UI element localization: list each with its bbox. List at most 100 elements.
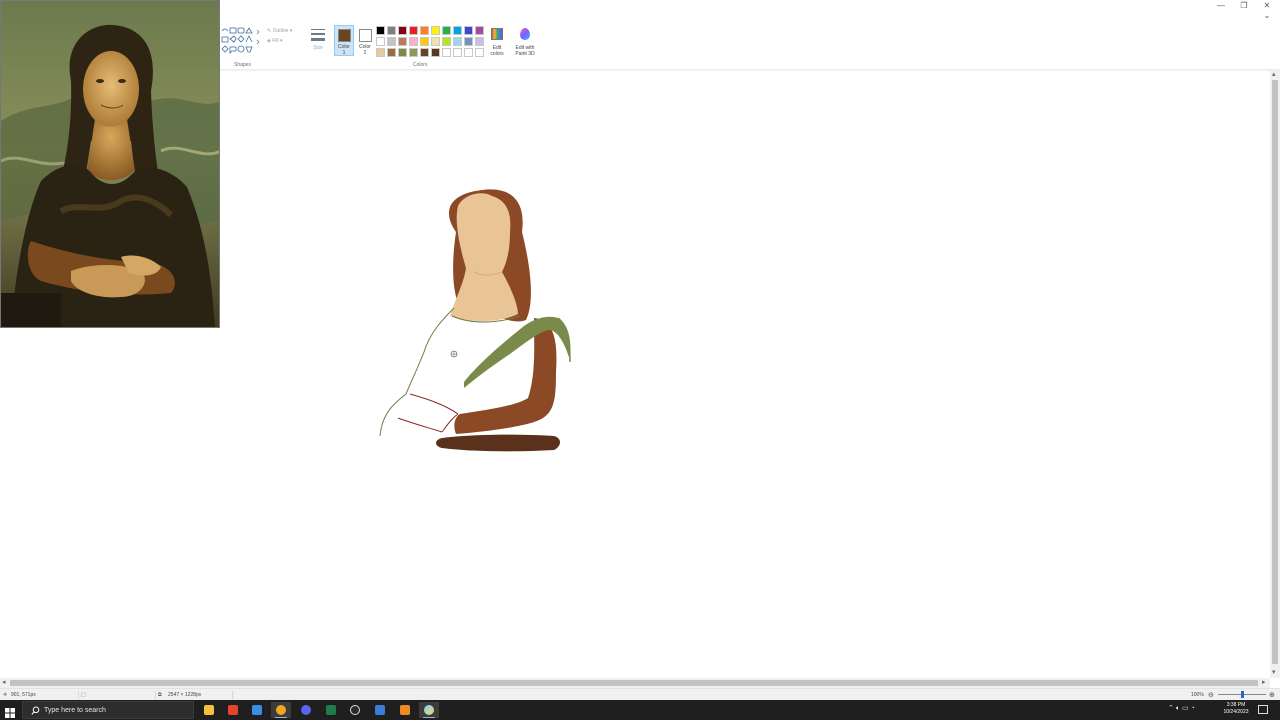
palette-swatch[interactable] — [398, 26, 407, 35]
palette-swatch[interactable] — [398, 37, 407, 46]
palette-swatch[interactable] — [387, 37, 396, 46]
active-indicator — [423, 717, 435, 718]
taskbar-discord[interactable] — [296, 702, 316, 718]
windows-start-button[interactable] — [5, 705, 15, 718]
color2-label-2: 2 — [363, 50, 367, 56]
palette-swatch[interactable] — [409, 37, 418, 46]
taskbar-photos[interactable] — [370, 702, 390, 718]
adobe-icon — [400, 705, 410, 715]
taskbar-excel[interactable] — [321, 702, 341, 718]
body-outline — [379, 307, 455, 437]
search-placeholder: Type here to search — [44, 707, 106, 714]
shapes-gallery[interactable] — [221, 27, 261, 57]
palette-swatch[interactable] — [376, 48, 385, 57]
palette-swatch[interactable] — [453, 48, 462, 57]
palette-swatch[interactable] — [453, 26, 462, 35]
color2-button[interactable]: Color 2 — [355, 25, 375, 56]
vertical-scrollbar[interactable]: ▴ ▾ — [1270, 70, 1280, 678]
horizontal-scrollbar[interactable]: ◂ ▸ — [0, 678, 1270, 688]
taskbar-store[interactable] — [247, 702, 267, 718]
shapes-group-label: Shapes — [234, 62, 251, 68]
palette-swatch[interactable] — [475, 37, 484, 46]
zoom-slider-thumb[interactable] — [1241, 691, 1244, 698]
taskbar-chrome[interactable] — [271, 702, 291, 718]
palette-swatch[interactable] — [420, 26, 429, 35]
speaker-icon[interactable]: 🔈︎ — [1176, 705, 1180, 712]
horizontal-scrollbar-thumb[interactable] — [10, 680, 1258, 686]
taskbar-obs[interactable] — [345, 702, 365, 718]
drawing-canvas[interactable] — [220, 72, 1270, 678]
base-bar — [436, 434, 560, 452]
tray-chevron-icon[interactable]: ⌃ — [1168, 705, 1174, 712]
system-tray[interactable]: ⌃ 🔈︎ ▭ ◔ — [1168, 704, 1195, 713]
color1-label-2: 1 — [342, 50, 346, 56]
taskbar-brave[interactable] — [223, 702, 243, 718]
taskbar-clock[interactable]: 3:38 PM 10/24/2023 — [1218, 702, 1254, 716]
wifi-icon[interactable]: ◔ — [1191, 705, 1195, 712]
palette-swatch[interactable] — [431, 48, 440, 57]
network-icon[interactable]: ▭ — [1182, 705, 1189, 712]
outline-button[interactable]: ✎ Outline ▾ — [267, 28, 292, 34]
minimize-button[interactable]: — — [1210, 0, 1232, 12]
palette-swatch[interactable] — [442, 26, 451, 35]
drawing — [379, 189, 571, 452]
palette-swatch[interactable] — [464, 48, 473, 57]
taskbar-paint[interactable] — [419, 702, 439, 718]
palette-swatch[interactable] — [420, 48, 429, 57]
palette-swatch[interactable] — [475, 48, 484, 57]
palette-swatch[interactable] — [431, 26, 440, 35]
scroll-right-icon[interactable]: ▸ — [1262, 678, 1266, 686]
palette-swatch[interactable] — [442, 48, 451, 57]
palette-swatch[interactable] — [376, 37, 385, 46]
edit-with-paint3d-button[interactable]: Edit with Paint 3D — [512, 26, 538, 58]
taskbar-search-box[interactable]: Type here to search — [22, 701, 194, 719]
clock-date: 10/24/2023 — [1223, 709, 1249, 715]
palette-swatch[interactable] — [464, 37, 473, 46]
palette-swatch[interactable] — [464, 26, 473, 35]
status-separator — [232, 691, 233, 699]
scroll-down-icon[interactable]: ▾ — [1272, 668, 1276, 676]
excel-icon — [326, 705, 336, 715]
reference-image[interactable] — [0, 0, 220, 328]
shapes-icon — [221, 27, 260, 54]
taskbar-file-explorer[interactable] — [199, 702, 219, 718]
paint3d-icon — [520, 28, 530, 40]
zoom-in-icon[interactable]: ⊕ — [1269, 691, 1275, 699]
palette-swatch[interactable] — [409, 48, 418, 57]
discord-icon — [301, 705, 311, 715]
palette-swatch[interactable] — [409, 26, 418, 35]
paint-icon — [424, 705, 434, 715]
palette-swatch[interactable] — [453, 37, 462, 46]
palette-swatch[interactable] — [420, 37, 429, 46]
palette-swatch[interactable] — [387, 48, 396, 57]
collapse-ribbon-button[interactable]: ⌄ — [1256, 10, 1278, 22]
size-line-thick — [311, 38, 325, 41]
size-button[interactable]: Size — [308, 26, 328, 56]
brave-icon — [228, 705, 238, 715]
palette-swatch[interactable] — [475, 26, 484, 35]
palette-swatch[interactable] — [376, 26, 385, 35]
scroll-up-icon[interactable]: ▴ — [1272, 70, 1276, 78]
palette-swatch[interactable] — [398, 48, 407, 57]
notification-icon[interactable] — [1258, 705, 1268, 714]
maximize-button[interactable]: ❐ — [1233, 0, 1255, 12]
image-size: 2547 × 1228px — [168, 692, 202, 698]
zoom-out-icon[interactable]: ⊖ — [1208, 691, 1214, 699]
palette-swatch[interactable] — [442, 37, 451, 46]
palette-swatch[interactable] — [431, 37, 440, 46]
vertical-scrollbar-thumb[interactable] — [1272, 80, 1278, 664]
taskbar-adobe[interactable] — [395, 702, 415, 718]
fill-button[interactable]: ◈ Fill ▾ — [267, 38, 283, 44]
edit-colors-button[interactable]: Edit colors — [487, 26, 507, 58]
color1-button[interactable]: Color 1 — [334, 25, 354, 56]
hand-lines — [397, 393, 459, 433]
brush-cursor-icon — [450, 350, 458, 358]
clock-time: 3:38 PM — [1226, 702, 1246, 708]
scroll-left-icon[interactable]: ◂ — [2, 678, 6, 686]
outline-label: Outline — [272, 28, 289, 34]
color2-swatch — [359, 29, 372, 42]
palette-swatch[interactable] — [387, 26, 396, 35]
status-separator — [78, 691, 79, 699]
paint-window: ✎ Outline ▾ ◈ Fill ▾ Shapes Size Color 1… — [0, 0, 1280, 720]
store-icon — [252, 705, 262, 715]
